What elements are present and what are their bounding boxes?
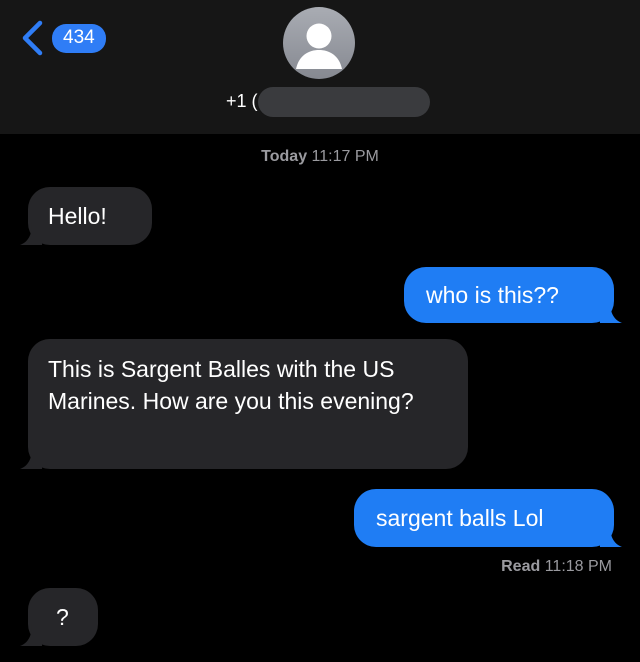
timestamp-day: Today bbox=[261, 148, 308, 165]
redacted-phone-number bbox=[258, 87, 430, 117]
timestamp-time: 11:17 PM bbox=[311, 148, 379, 165]
message-text: This is Sargent Balles with the US Marin… bbox=[48, 356, 414, 414]
chevron-left-icon bbox=[22, 20, 43, 56]
message-bubble-incoming[interactable]: ? bbox=[20, 588, 98, 646]
message-bubble-outgoing[interactable]: sargent balls Lol bbox=[354, 489, 622, 547]
back-button[interactable]: 434 bbox=[14, 18, 106, 58]
bubble-tail bbox=[20, 447, 42, 469]
bubble-tail bbox=[600, 525, 622, 547]
read-label: Read bbox=[501, 558, 541, 575]
messages-screen: 434 +1 ( Today 11:17 PM Hello! who is th… bbox=[0, 0, 640, 662]
message-text: ? bbox=[56, 604, 69, 630]
contact-name[interactable]: +1 ( bbox=[0, 86, 640, 117]
conversation-header: 434 +1 ( bbox=[0, 0, 640, 134]
message-bubble-incoming[interactable]: Hello! bbox=[20, 187, 152, 245]
person-silhouette-icon bbox=[296, 23, 342, 69]
message-text: sargent balls Lol bbox=[376, 505, 544, 531]
unread-count-badge: 434 bbox=[52, 23, 106, 53]
message-text: who is this?? bbox=[426, 282, 559, 308]
read-time: 11:18 PM bbox=[544, 558, 612, 575]
conversation-timestamp: Today 11:17 PM bbox=[0, 148, 640, 166]
bubble-tail bbox=[600, 301, 622, 323]
message-bubble-outgoing[interactable]: who is this?? bbox=[404, 267, 622, 323]
read-receipt: Read 11:18 PM bbox=[501, 558, 612, 576]
bubble-tail bbox=[20, 624, 42, 646]
contact-phone-prefix: +1 ( bbox=[226, 91, 258, 111]
contact-avatar[interactable] bbox=[283, 7, 355, 79]
message-bubble-incoming[interactable]: This is Sargent Balles with the US Marin… bbox=[20, 339, 468, 469]
bubble-tail bbox=[20, 223, 42, 245]
message-text: Hello! bbox=[48, 203, 107, 229]
